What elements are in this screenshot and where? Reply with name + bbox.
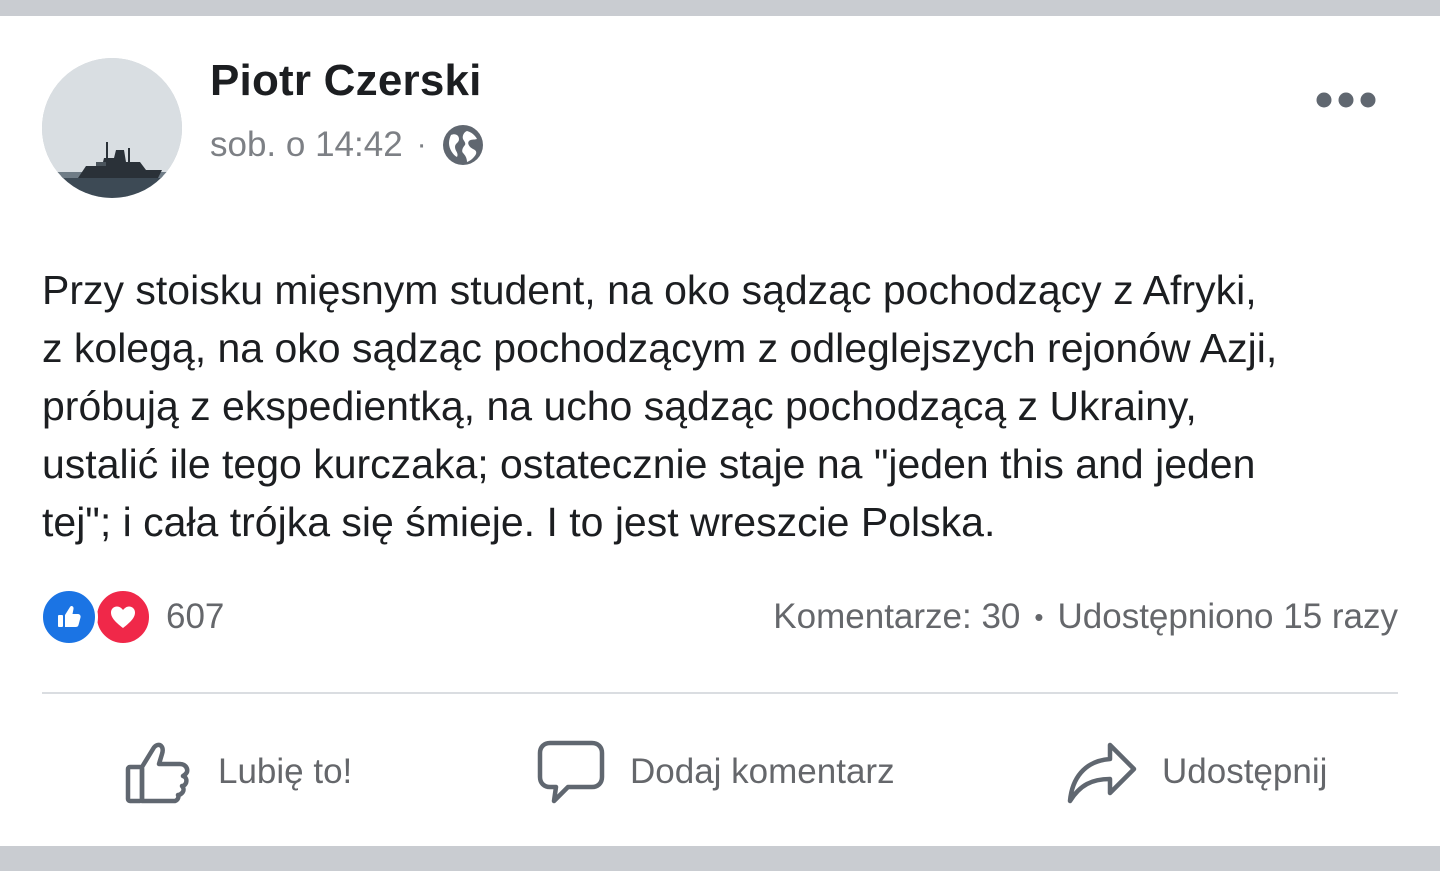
love-reaction-icon xyxy=(94,588,152,646)
stats-separator: • xyxy=(1034,601,1044,632)
comment-button[interactable]: Dodaj komentarz xyxy=(536,730,895,814)
post-body: Przy stoisku mięsnym student, na oko sąd… xyxy=(42,261,1422,551)
divider xyxy=(42,692,1398,694)
post-timestamp[interactable]: sob. o 14:42 xyxy=(210,125,403,165)
comment-button-label: Dodaj komentarz xyxy=(630,752,895,791)
meta-separator: · xyxy=(416,128,427,161)
comments-count-link[interactable]: Komentarze: 30 xyxy=(773,597,1020,637)
author-name[interactable]: Piotr Czerski xyxy=(210,56,482,106)
reaction-count: 607 xyxy=(166,597,225,636)
more-options-button[interactable] xyxy=(1306,76,1386,124)
share-button-label: Udostępnij xyxy=(1162,752,1328,791)
post-meta: sob. o 14:42 · xyxy=(210,122,485,168)
reactions-summary[interactable]: 607 xyxy=(40,588,224,646)
ship-photo xyxy=(42,58,182,198)
like-button-label: Lubię to! xyxy=(218,752,353,791)
comment-bubble-icon xyxy=(537,740,605,804)
share-button[interactable]: Udostępnij xyxy=(1066,730,1327,814)
avatar[interactable] xyxy=(42,58,182,198)
engagement-stats: Komentarze: 30 • Udostępniono 15 razy xyxy=(773,594,1398,640)
shares-count-link[interactable]: Udostępniono 15 razy xyxy=(1058,597,1399,637)
thumbs-up-icon xyxy=(125,742,190,804)
post-card: Piotr Czerski sob. o 14:42 · Przy stoisk… xyxy=(0,16,1440,846)
post-text-line: Przy stoisku mięsnym student, na oko sąd… xyxy=(42,267,1257,313)
share-arrow-icon xyxy=(1067,742,1137,804)
globe-icon xyxy=(441,123,485,167)
like-reaction-icon xyxy=(40,588,98,646)
ellipsis-icon xyxy=(1316,92,1376,108)
post-text-line: ustalić ile tego kurczaka; ostatecznie s… xyxy=(42,441,1256,487)
post-text-line: z kolegą, na oko sądząc pochodzącym z od… xyxy=(42,325,1278,371)
like-button[interactable]: Lubię to! xyxy=(124,730,352,814)
post-text-line: tej"; i cała trójka się śmieje. I to jes… xyxy=(42,499,996,545)
post-text-line: próbują z ekspedientką, na ucho sądząc p… xyxy=(42,383,1197,429)
